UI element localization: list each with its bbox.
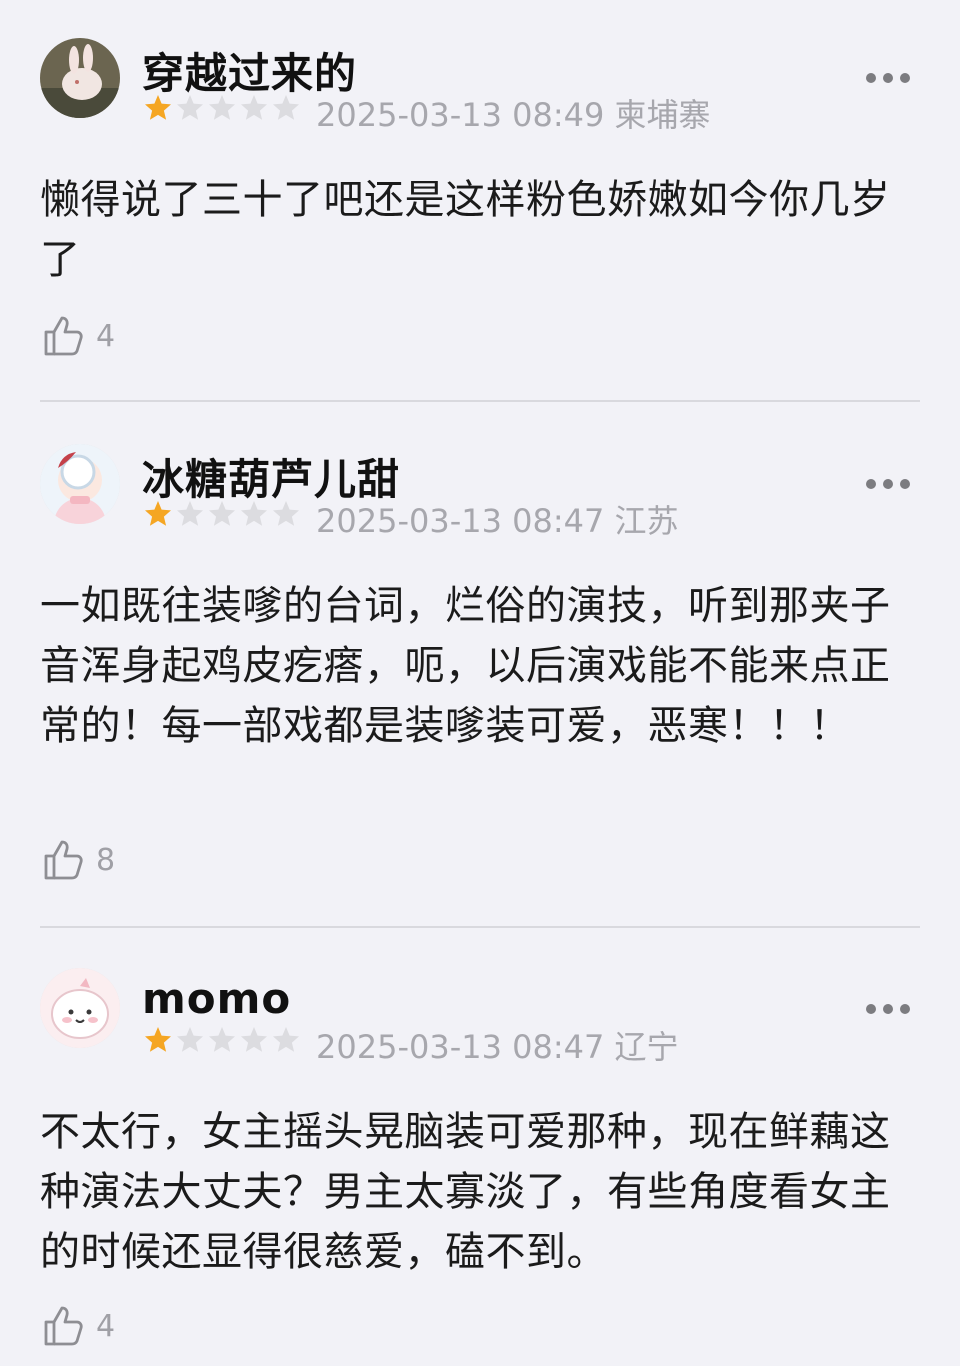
avatar-cartoon-image <box>40 968 120 1048</box>
more-dot-icon <box>900 1004 910 1014</box>
star-rating <box>142 1024 302 1056</box>
more-options-button[interactable] <box>866 1003 910 1015</box>
star-empty-icon <box>209 1027 235 1052</box>
star-empty-icon <box>177 1027 203 1052</box>
star-empty-icon <box>273 1027 299 1052</box>
star-empty-icon <box>241 1027 267 1052</box>
star-filled-icon <box>145 1027 171 1052</box>
review-meta: 2025-03-13 08:47 辽宁 <box>316 1022 679 1068</box>
review-datetime: 2025-03-13 08:47 <box>316 1028 605 1066</box>
more-dot-icon <box>866 1004 876 1014</box>
review-content: 不太行，女主摇头晃脑装可爱那种，现在鲜藕这种演法大丈夫？男主太寡淡了，有些角度看… <box>40 1109 891 1275</box>
like-button[interactable]: 4 <box>40 1302 115 1350</box>
review-item: momo 2025-03-13 08:47 辽宁 不太行，女主摇头晃脑装可爱那种… <box>0 0 960 1366</box>
avatar[interactable] <box>40 968 120 1048</box>
more-dot-icon <box>883 1004 893 1014</box>
review-location: 辽宁 <box>614 1028 679 1066</box>
username[interactable]: momo <box>142 974 291 1023</box>
like-count: 4 <box>96 1308 116 1344</box>
thumbs-up-icon <box>44 1306 83 1346</box>
